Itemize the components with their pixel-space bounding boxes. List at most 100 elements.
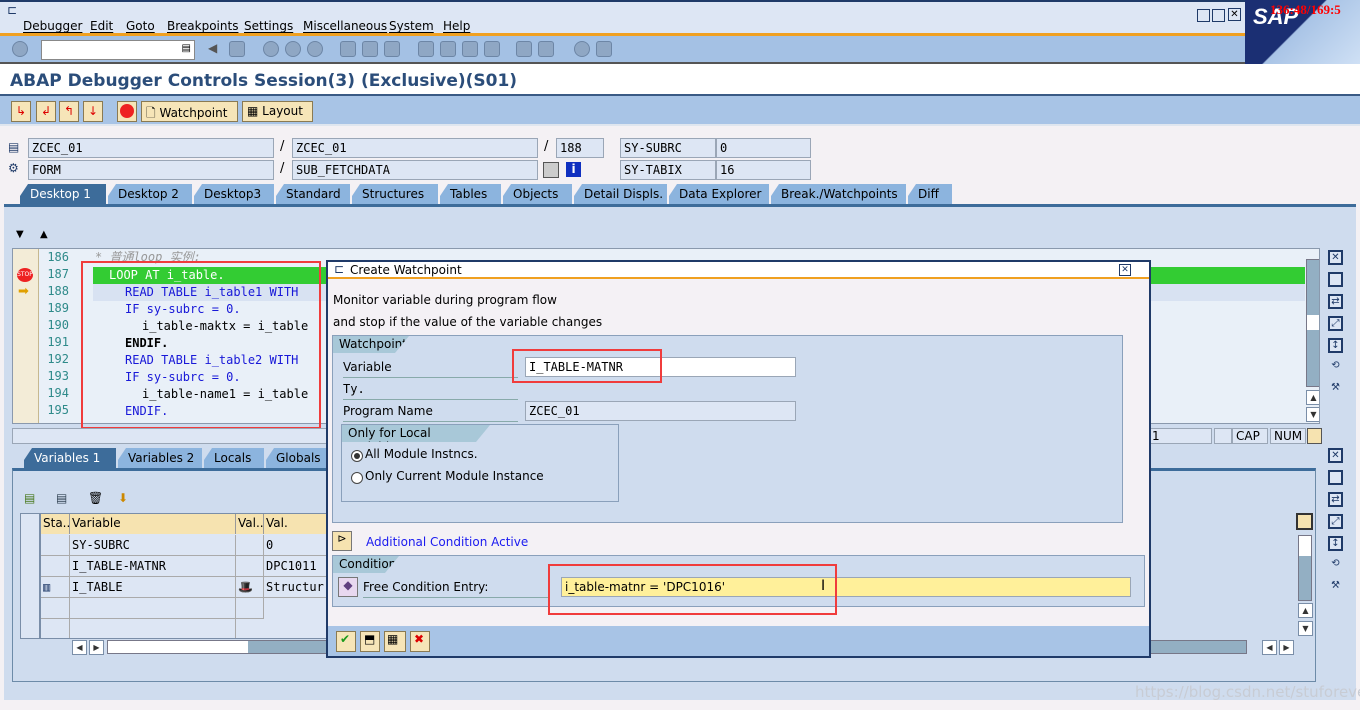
toggle-condition-button[interactable]: ⊳ (332, 531, 352, 551)
menu-help[interactable]: Help (443, 19, 470, 33)
scroll-up-button[interactable]: ▲ (1298, 603, 1313, 618)
window-menu-icon[interactable]: ⊏ (7, 3, 17, 17)
table-row-value[interactable]: 0 (264, 535, 327, 556)
table-row-variable[interactable]: I_TABLE (70, 577, 236, 598)
return-button[interactable]: ↰ (59, 101, 79, 122)
save-icon[interactable] (229, 41, 245, 57)
dialog-close-icon[interactable]: ✕ (1119, 264, 1131, 276)
minimize-icon[interactable] (1197, 9, 1210, 22)
column-header-variable[interactable]: Variable (70, 514, 236, 534)
tab-variables-2[interactable]: Variables 2 (118, 448, 202, 468)
execute-button[interactable]: ↲ (36, 101, 56, 122)
table-row-value[interactable]: DPC1011 (264, 556, 327, 577)
scroll-thumb[interactable] (1299, 536, 1311, 556)
confirm-button[interactable]: ✔ (336, 631, 356, 652)
scroll-down-button[interactable]: ▼ (1306, 407, 1319, 422)
last-page-icon[interactable] (484, 41, 500, 57)
resize-tool-icon[interactable]: ↕ (1328, 338, 1343, 353)
collapse-down-icon[interactable]: ▼ (16, 229, 24, 240)
new-tool-icon[interactable] (1328, 470, 1343, 485)
scroll-right-button[interactable]: ▶ (1279, 640, 1294, 655)
watchpoint-button[interactable]: 🗋 Watchpoint (141, 101, 238, 122)
back-icon[interactable] (263, 41, 279, 57)
menu-goto[interactable]: Goto (126, 19, 155, 33)
tab-locals[interactable]: Locals (204, 448, 264, 468)
row-selector-column[interactable] (21, 514, 41, 638)
enter-icon[interactable] (12, 41, 28, 57)
tab-desktop-1[interactable]: Desktop 1 (20, 184, 106, 204)
restore-icon[interactable] (1212, 9, 1225, 22)
breakpoint-stop-icon[interactable]: STOP (17, 268, 33, 282)
tab-break-watchpoints[interactable]: Break./Watchpoints (771, 184, 906, 204)
close-window-icon[interactable]: ✕ (1228, 8, 1241, 21)
info-icon[interactable]: i (566, 162, 581, 177)
tab-desktop-2[interactable]: Desktop 2 (108, 184, 192, 204)
structure-hat-icon[interactable]: 🎩 (236, 577, 264, 598)
table-row-variable[interactable]: SY-SUBRC (70, 535, 236, 556)
column-header-status[interactable]: Sta... (41, 514, 70, 534)
tab-desktop3[interactable]: Desktop3 (194, 184, 274, 204)
close-tool-icon[interactable]: ✕ (1328, 250, 1343, 265)
scroll-thumb[interactable] (108, 641, 248, 653)
scroll-thumb[interactable] (1307, 315, 1319, 330)
layout-menu-icon[interactable] (596, 41, 612, 57)
print-icon[interactable] (340, 41, 356, 57)
next-page-icon[interactable] (462, 41, 478, 57)
tab-diff[interactable]: Diff (908, 184, 952, 204)
find-next-icon[interactable] (384, 41, 400, 57)
column-config-icon[interactable] (1296, 513, 1313, 530)
command-field[interactable]: ▤ (41, 40, 195, 60)
close-tool-icon[interactable]: ✕ (1328, 448, 1343, 463)
table-row-value[interactable]: Structur (264, 577, 327, 598)
delete-icon[interactable]: 🗑 (88, 491, 103, 505)
swap-tool-icon[interactable]: ⇄ (1328, 492, 1343, 507)
layout-button[interactable]: ▦ Layout (242, 101, 313, 122)
menu-settings[interactable]: Settings (244, 19, 293, 33)
resize-tool-icon[interactable]: ↕ (1328, 536, 1343, 551)
table-row-variable[interactable]: I_TABLE-MATNR (70, 556, 236, 577)
editor-vertical-scrollbar[interactable] (1306, 259, 1319, 387)
column-header-value[interactable]: Val. (264, 514, 327, 534)
find-icon[interactable] (362, 41, 378, 57)
collapse-up-icon[interactable]: ▲ (40, 229, 48, 240)
shortcut-icon[interactable] (538, 41, 554, 57)
breakpoints-list-button[interactable]: ▦ (384, 631, 406, 652)
menu-breakpoints[interactable]: Breakpoints (167, 19, 238, 33)
maximize-tool-icon[interactable]: ⤢ (1328, 316, 1343, 331)
help-icon[interactable] (574, 41, 590, 57)
radio-current-module-instance[interactable] (351, 472, 363, 484)
tab-tables[interactable]: Tables (440, 184, 501, 204)
services-tool-icon[interactable]: ⚒ (1328, 580, 1343, 595)
new-tool-icon[interactable] (1328, 272, 1343, 287)
scroll-left-button[interactable]: ◀ (1262, 640, 1277, 655)
tab-data-explorer[interactable]: Data Explorer (669, 184, 769, 204)
swap-tool-icon[interactable]: ⇄ (1328, 294, 1343, 309)
scroll-down-button[interactable]: ▼ (1298, 621, 1313, 636)
scroll-right-button[interactable]: ▶ (89, 640, 104, 655)
menu-system[interactable]: System (389, 19, 434, 33)
radio-all-module-instances[interactable] (351, 450, 363, 462)
exit-icon[interactable] (285, 41, 301, 57)
additional-condition-link[interactable]: Additional Condition Active (366, 535, 528, 549)
scroll-left-button[interactable]: ◀ (72, 640, 87, 655)
services-tool-icon[interactable]: ⚒ (1328, 382, 1343, 397)
menu-miscellaneous[interactable]: Miscellaneous (303, 19, 387, 33)
back-arrow-icon[interactable]: ◀ (208, 41, 218, 57)
continue-button[interactable]: ↓ (83, 101, 103, 122)
tab-structures[interactable]: Structures (352, 184, 438, 204)
first-page-icon[interactable] (418, 41, 434, 57)
dialog-menu-icon[interactable]: ⊏ (334, 262, 344, 276)
radio-current-label[interactable]: Only Current Module Instance (365, 469, 544, 483)
single-step-button[interactable]: ↳ (11, 101, 31, 122)
tab-objects[interactable]: Objects (503, 184, 572, 204)
exchange-tool-icon[interactable]: ⟲ (1328, 558, 1343, 573)
new-session-icon[interactable] (516, 41, 532, 57)
radio-all-label[interactable]: All Module Instncs. (365, 447, 478, 461)
variable-watch-button[interactable]: ⬒ (360, 631, 380, 652)
column-header-val-type[interactable]: Val... (236, 514, 264, 534)
maximize-tool-icon[interactable]: ⤢ (1328, 514, 1343, 529)
tab-standard[interactable]: Standard (276, 184, 350, 204)
import-variables-icon[interactable]: ▤ (24, 491, 35, 505)
cancel-button[interactable]: ✖ (410, 631, 430, 652)
export-variables-icon[interactable]: ▤ (56, 491, 67, 505)
